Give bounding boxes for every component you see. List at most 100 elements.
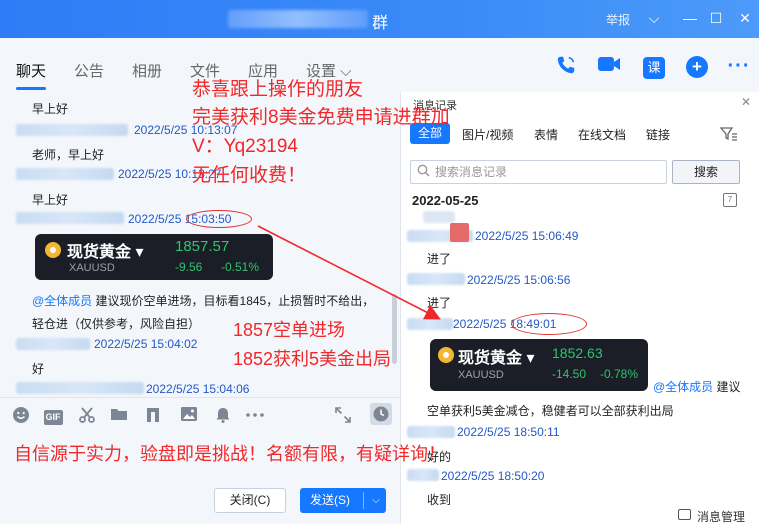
overlay-profit: 完美获利8美金免费申请进群加 [192,107,450,128]
history-footer: 消息管理 [401,504,759,524]
sender-nickname-blurred [16,124,128,136]
close-button[interactable]: 关闭(C) [214,488,286,513]
gold-coin-icon [45,242,61,258]
search-button[interactable]: 搜索 [672,160,740,184]
expand-icon[interactable] [334,406,352,424]
quote-price: 1857.57 [175,238,230,255]
gif-icon[interactable]: GIF [42,406,64,425]
sender-nickname-blurred [407,273,465,285]
input-toolbar: GIF [0,397,400,431]
sender-nickname-blurred [16,168,114,180]
more-icon[interactable]: ··· [727,54,751,78]
maximize-icon[interactable]: ☐ [706,8,726,28]
chat-scrollbar[interactable] [392,294,397,364]
message-time: 2022/5/25 15:06:56 [467,273,571,287]
scissors-icon[interactable] [78,406,96,424]
search-input[interactable] [435,163,660,181]
group-name-blurred [228,10,368,28]
filter-tab-stickers[interactable]: 表情 [534,126,558,143]
overlay-congrats: 恭喜跟上操作的朋友 [192,79,364,100]
tab-chat[interactable]: 聊天 [16,60,46,81]
gold-coin-icon [438,347,454,363]
sender-text-blurred [423,211,455,223]
minimize-icon[interactable]: — [680,8,700,28]
overlay-exit: 1852获利5美金出局 [233,349,392,369]
clock-icon[interactable] [370,403,392,425]
calendar-icon[interactable]: 7 [723,193,737,207]
call-toolbar: 课 + ··· [400,38,759,92]
emoji-icon[interactable] [12,406,30,424]
sender-nickname-blurred [16,338,90,350]
chat-message: 好 [32,362,45,376]
history-message-mention: @全体成员 建议 [653,380,741,394]
overlay-free: 无任何收费！ [192,165,307,186]
filter-tab-links[interactable]: 链接 [646,126,670,143]
bell-icon[interactable] [214,406,232,424]
history-message: 进了 [427,252,452,266]
quote-change-pct: -0.78% [600,367,639,381]
send-options-chevron-icon[interactable]: ⌵ [366,488,386,513]
gold-quote-card[interactable]: 现货黄金 ▾ XAUUSD 1857.57 -9.56 -0.51% [35,234,273,280]
send-label: 发送(S) [310,493,350,507]
highlight-circle [511,313,587,335]
quote-name: 现货黄金 ▾ [67,244,144,261]
filter-tab-media[interactable]: 图片/视频 [462,126,513,143]
report-link[interactable]: 举报 [606,11,630,28]
message-time: 2022/5/25 15:06:49 [475,229,579,243]
chat-message: 早上好 [32,193,69,207]
quote-price: 1852.63 [552,345,603,361]
class-icon[interactable]: 课 [642,54,666,79]
send-button[interactable]: 发送(S) ⌵ [300,488,386,513]
send-divider [363,492,364,509]
message-time: 2022/5/25 18:50:11 [457,425,560,439]
history-close-icon[interactable]: ✕ [741,95,751,109]
quote-change-pct: -0.51% [221,260,260,274]
sender-nickname-blurred [16,212,124,224]
quote-name: 现货黄金 ▾ [458,350,535,367]
filter-funnel-icon[interactable] [719,126,738,145]
sender-avatar-blurred [450,223,469,242]
sender-nickname-blurred [407,426,455,438]
image-icon[interactable] [180,406,198,424]
history-message: 进了 [427,296,452,310]
sender-nickname-blurred [16,382,144,394]
message-history-panel: 消息记录 ✕ 全部 图片/视频 表情 在线文档 链接 搜索 2022-05-25… [400,92,759,524]
overlay-entry: 1857空单进场 [233,320,346,340]
history-date: 2022-05-25 [412,193,479,208]
overlay-slogan: 自信源于实力，验盘即是挑战！名额有限，有疑详询！ [14,444,446,464]
message-manager-link[interactable]: 消息管理 [697,508,745,524]
message-manager-icon [678,509,691,520]
chat-message: 老师，早上好 [32,148,105,162]
folder-icon[interactable] [110,406,128,424]
mention-all[interactable]: @全体成员 [653,380,713,394]
history-message: 空单获利5美金减仓，稳健者可以全部获利出局 [427,404,674,418]
sender-nickname-blurred [407,469,439,481]
chat-message: 早上好 [32,102,69,116]
message-time: 2022/5/25 18:50:20 [441,469,545,483]
window-title: 群 [372,15,389,32]
quote-symbol: XAUUSD [69,262,115,274]
more-options-icon[interactable] [244,406,266,424]
quote-change: -14.50 [552,367,587,381]
active-tab-indicator [16,87,46,90]
music-icon[interactable] [144,406,162,424]
quote-symbol: XAUUSD [458,369,504,381]
tab-album[interactable]: 相册 [132,60,162,81]
filter-tab-docs[interactable]: 在线文档 [578,126,626,143]
phone-icon[interactable] [554,54,578,78]
message-time: 2022/5/25 15:04:02 [94,337,198,351]
sender-nickname-blurred [407,318,453,330]
quote-change: -9.56 [175,260,203,274]
message-time: 2022/5/25 15:04:06 [146,382,250,396]
title-bar: 群 举报 ⌵ — ☐ ✕ [0,0,759,38]
video-call-icon[interactable] [597,54,621,78]
history-search-field[interactable] [410,160,667,184]
add-app-icon[interactable]: + [685,54,709,78]
mention-all[interactable]: @全体成员 [32,294,92,308]
close-icon[interactable]: ✕ [735,8,755,28]
dropdown-icon[interactable]: ⌵ [644,8,664,28]
overlay-contact: V：Yq23194 [192,136,299,157]
gold-quote-card[interactable]: 现货黄金 ▾ XAUUSD 1852.63 -14.50 -0.78% [430,339,648,391]
search-icon [417,164,430,180]
tab-announcement[interactable]: 公告 [74,60,104,81]
